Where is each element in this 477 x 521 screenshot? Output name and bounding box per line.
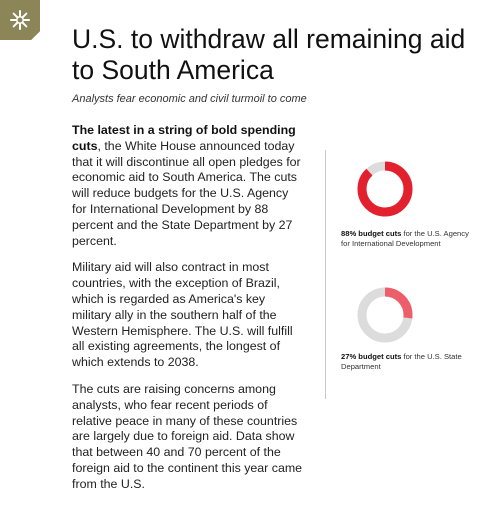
donut-chart-agency xyxy=(357,161,413,217)
donut-caption-agency: 88% budget cuts for the U.S. Agency for … xyxy=(341,229,471,249)
paragraph-2: Military aid will also contract in most … xyxy=(72,260,293,370)
sidebar-divider xyxy=(325,150,326,399)
asterisk-icon xyxy=(10,10,30,30)
donut-agency-value xyxy=(357,161,413,217)
paragraph-1-text: , the White House announced today that i… xyxy=(72,138,301,248)
subheadline: Analysts fear economic and civil turmoil… xyxy=(72,93,307,105)
donut-agency-label-bold: 88% budget cuts xyxy=(341,229,402,238)
article-body: The latest in a string of bold spending … xyxy=(72,123,304,504)
corner-badge xyxy=(0,0,40,40)
donut-caption-state: 27% budget cuts for the U.S. State Depar… xyxy=(341,352,471,372)
headline: U.S. to withdraw all remaining aid to So… xyxy=(72,24,466,85)
donut-chart-state xyxy=(357,287,413,343)
donut-state-label-bold: 27% budget cuts xyxy=(341,352,402,361)
paragraph-1: The latest in a string of bold spending … xyxy=(72,123,304,249)
paragraph-3: The cuts are raising concerns among anal… xyxy=(72,381,303,491)
